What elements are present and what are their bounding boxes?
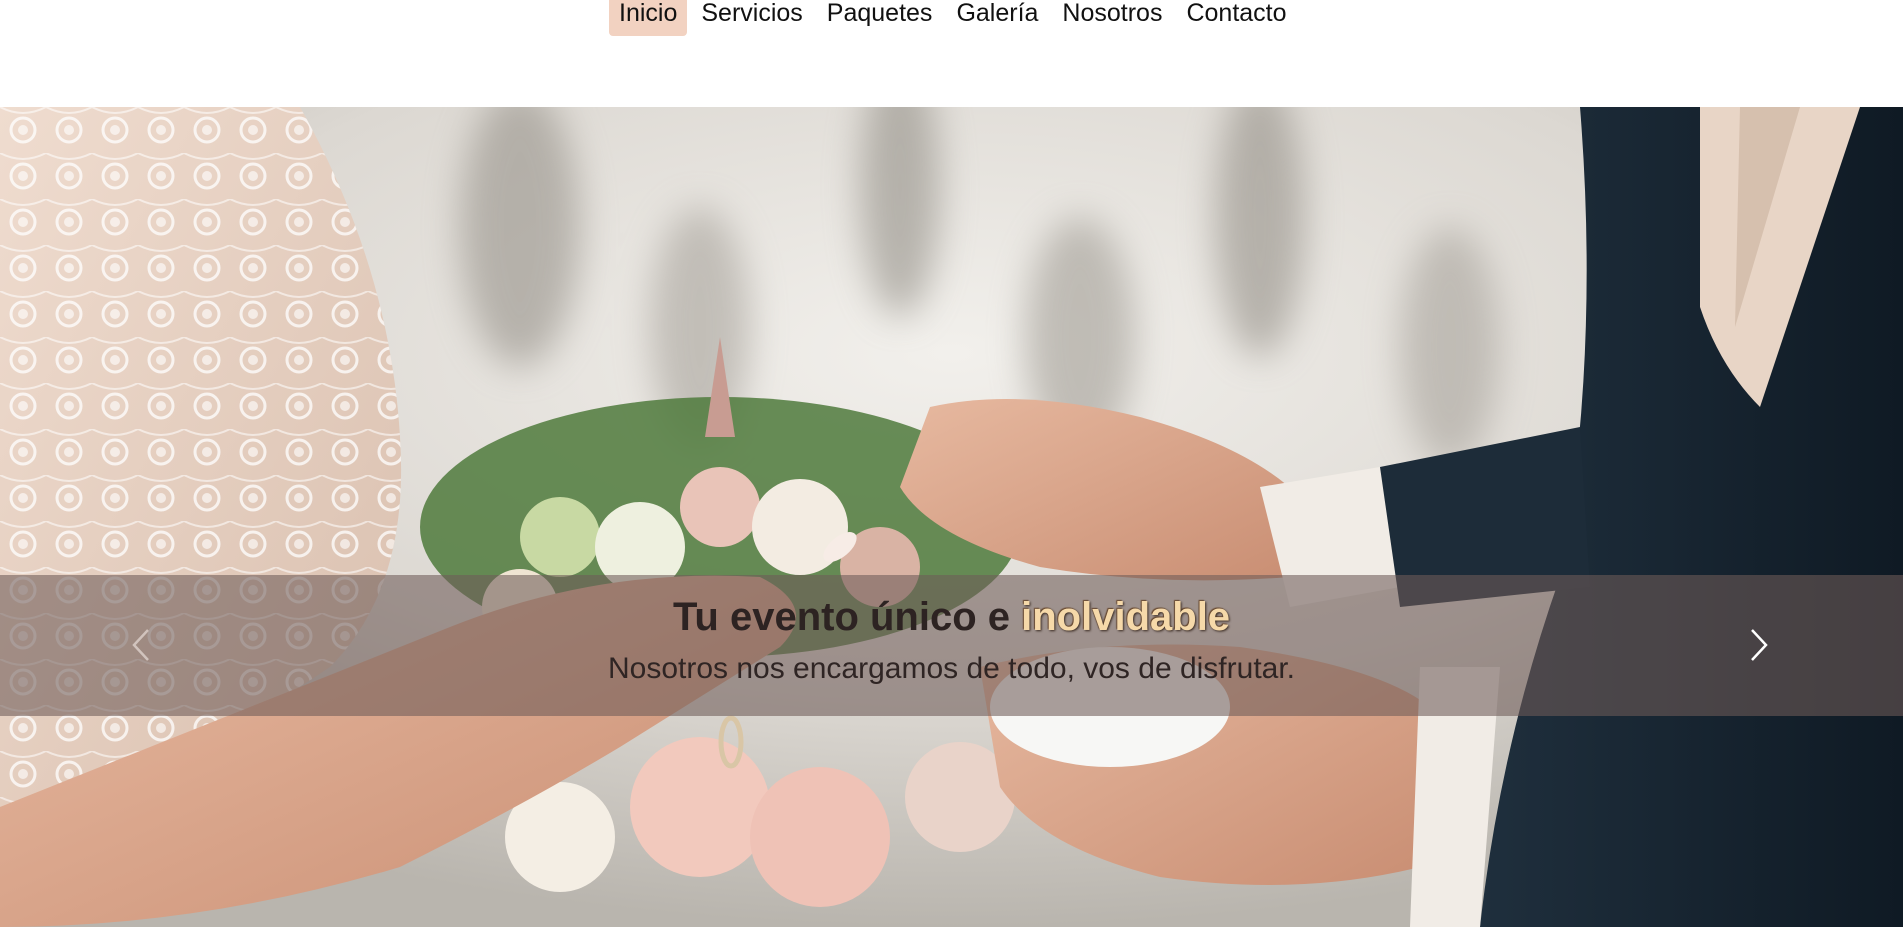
nav-item-nosotros[interactable]: Nosotros <box>1052 0 1172 36</box>
nav-menu: Inicio Servicios Paquetes Galería Nosotr… <box>609 0 1297 36</box>
chevron-right-icon <box>1751 629 1768 661</box>
hero-title-highlight: inolvidable <box>1021 595 1231 639</box>
hero-carousel: Tu evento único e inolvidable Nosotros n… <box>0 107 1903 927</box>
nav-item-inicio[interactable]: Inicio <box>609 0 688 36</box>
hero-title: Tu evento único e inolvidable <box>0 593 1903 641</box>
wedding-hero-photo <box>0 107 1903 927</box>
nav-item-paquetes[interactable]: Paquetes <box>817 0 943 36</box>
nav-item-contacto[interactable]: Contacto <box>1176 0 1296 36</box>
hero-title-prefix: Tu evento único e <box>672 595 1022 639</box>
chevron-left-icon <box>132 629 149 661</box>
carousel-prev-button[interactable] <box>122 620 162 670</box>
hero-subtitle: Nosotros nos encargamos de todo, vos de … <box>607 652 1296 685</box>
nav-item-servicios[interactable]: Servicios <box>691 0 812 36</box>
main-navbar: Inicio Servicios Paquetes Galería Nosotr… <box>0 0 1903 107</box>
nav-item-galeria[interactable]: Galería <box>946 0 1048 36</box>
caption-band: Tu evento único e inolvidable Nosotros n… <box>0 575 1903 716</box>
carousel-next-button[interactable] <box>1740 620 1780 670</box>
